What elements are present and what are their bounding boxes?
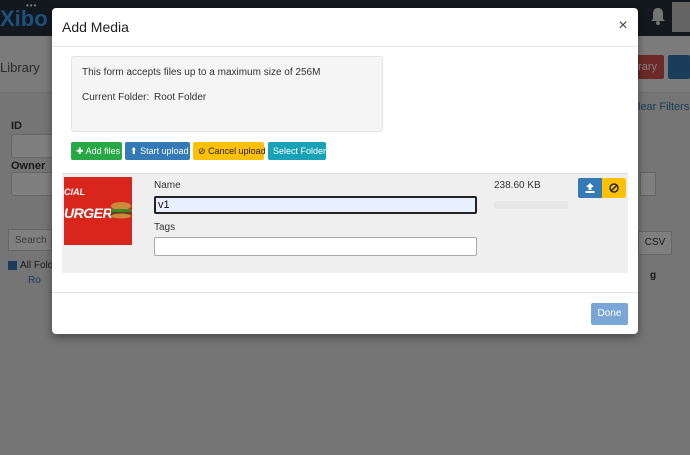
- ban-icon: [609, 183, 619, 193]
- name-input[interactable]: [154, 196, 477, 214]
- upload-icon: ⬆: [130, 146, 138, 156]
- upload-progress-bar: [494, 201, 568, 209]
- cancel-file-button[interactable]: [602, 178, 626, 198]
- upload-icon: [585, 183, 595, 193]
- current-folder-value: Root Folder: [154, 92, 207, 103]
- max-size-text: This form accepts files up to a maximum …: [82, 67, 321, 78]
- name-label: Name: [154, 180, 181, 191]
- ban-icon: ⊘: [198, 146, 206, 156]
- add-files-button[interactable]: ✚ Add files: [71, 142, 122, 160]
- thumbnail-text-top: CIAL: [64, 187, 85, 197]
- close-button[interactable]: ×: [615, 17, 631, 35]
- tags-input[interactable]: [154, 237, 477, 256]
- plus-icon: ✚: [76, 146, 84, 156]
- done-button[interactable]: Done: [591, 303, 628, 325]
- file-thumbnail: CIAL URGER: [64, 177, 132, 245]
- start-upload-button[interactable]: ⬆ Start upload: [125, 142, 190, 160]
- current-folder-label: Current Folder:: [82, 92, 150, 103]
- tags-label: Tags: [154, 222, 176, 233]
- add-media-modal: Add Media × This form accepts files up t…: [52, 8, 638, 334]
- modal-header: Add Media ×: [52, 8, 638, 47]
- select-folder-button[interactable]: Select Folder: [268, 142, 326, 160]
- file-size: 238.60 KB: [494, 180, 541, 191]
- modal-title: Add Media: [62, 19, 129, 35]
- file-upload-row: CIAL URGER Name Tags 238.60 KB: [62, 173, 628, 273]
- burger-icon: [111, 202, 131, 219]
- upload-file-button[interactable]: [578, 178, 602, 198]
- modal-footer: Done: [52, 292, 638, 335]
- cancel-upload-button[interactable]: ⊘ Cancel upload: [193, 142, 266, 160]
- upload-info-box: This form accepts files up to a maximum …: [71, 56, 383, 132]
